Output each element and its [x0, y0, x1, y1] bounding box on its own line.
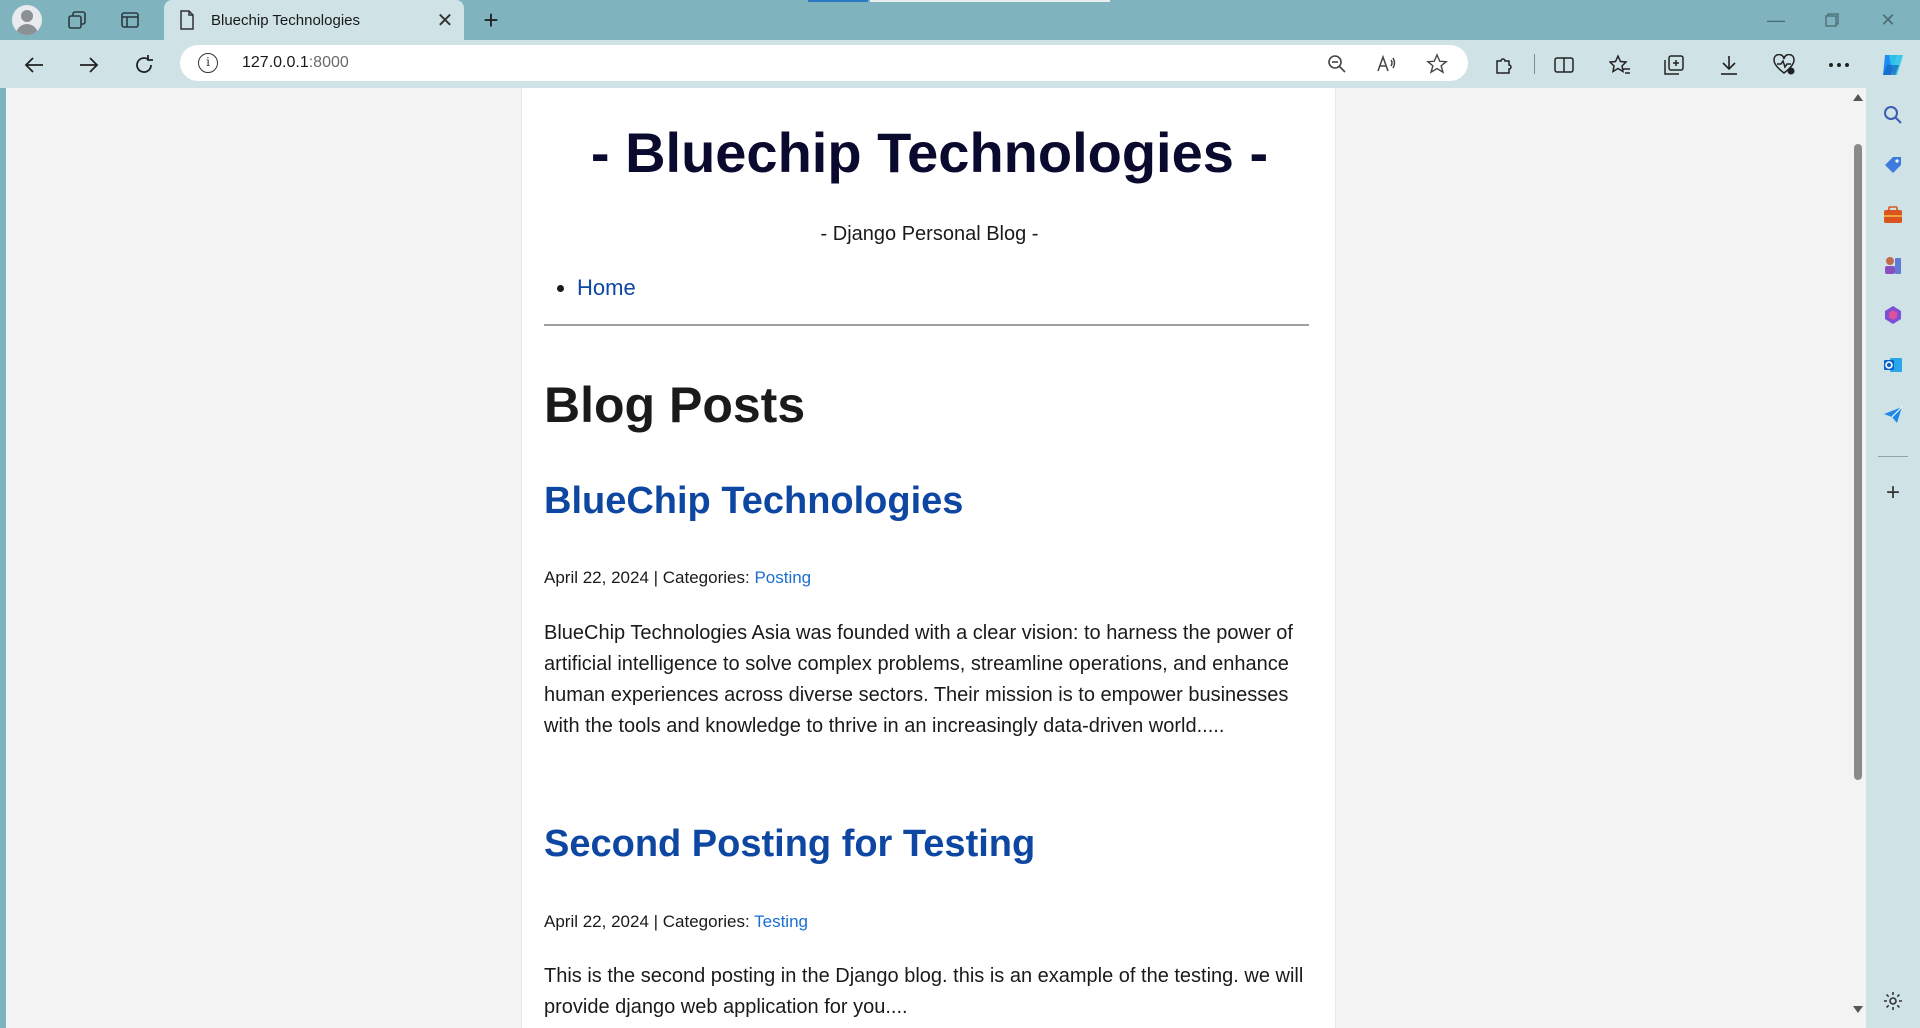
read-aloud-icon[interactable]	[1374, 51, 1400, 77]
close-tab-icon[interactable]: ✕	[430, 5, 460, 35]
home-link[interactable]: Home	[577, 275, 636, 300]
zoom-out-icon[interactable]	[1324, 51, 1350, 77]
page-viewport: - Bluechip Technologies - - Django Perso…	[6, 88, 1866, 1028]
loading-indicator	[808, 0, 868, 2]
post-title-link[interactable]: BlueChip Technologies	[544, 480, 963, 523]
post-title-link[interactable]: Second Posting for Testing	[544, 823, 1035, 866]
browser-essentials-icon[interactable]	[1768, 49, 1800, 81]
games-icon[interactable]	[1878, 250, 1908, 280]
sidebar-separator	[1878, 456, 1908, 457]
url-port: :8000	[308, 54, 349, 71]
blog-container: - Bluechip Technologies - - Django Perso…	[521, 88, 1336, 1028]
sidebar-settings-gear-icon[interactable]	[1878, 986, 1908, 1016]
loading-track	[870, 0, 1110, 2]
split-screen-icon[interactable]	[1548, 49, 1580, 81]
category-link[interactable]: Posting	[754, 568, 811, 587]
more-menu-icon[interactable]	[1823, 49, 1855, 81]
post-excerpt: BlueChip Technologies Asia was founded w…	[544, 622, 1293, 737]
scroll-up-arrow[interactable]	[1853, 94, 1863, 101]
send-telegram-icon[interactable]	[1878, 400, 1908, 430]
search-icon[interactable]	[1878, 100, 1908, 130]
favorite-star-icon[interactable]	[1424, 51, 1450, 77]
site-title: - Bluechip Technologies -	[590, 121, 1269, 184]
tools-briefcase-icon[interactable]	[1878, 200, 1908, 230]
vertical-tabs-icon[interactable]	[115, 5, 145, 35]
url-text[interactable]: 127.0.0.1:8000	[242, 54, 349, 72]
scroll-thumb[interactable]	[1854, 144, 1862, 780]
workspaces-icon[interactable]	[62, 5, 92, 35]
downloads-icon[interactable]	[1713, 49, 1745, 81]
scroll-down-arrow[interactable]	[1853, 1006, 1863, 1013]
post-date-categories: April 22, 2024 | Categories:	[544, 568, 755, 587]
active-tab[interactable]: Bluechip Technologies ✕	[164, 0, 464, 40]
tab-strip: Bluechip Technologies ✕ + — ✕	[0, 0, 1920, 40]
toolbar-separator	[1534, 54, 1535, 74]
edge-sidebar: +	[1866, 88, 1920, 1028]
add-sidebar-app-icon[interactable]: +	[1878, 478, 1908, 508]
site-subtitle: - Django Personal Blog -	[820, 223, 1039, 245]
vertical-scrollbar[interactable]	[1850, 88, 1866, 1028]
post-meta: April 22, 2024 | Categories: Testing	[544, 912, 808, 932]
microsoft-365-icon[interactable]	[1878, 300, 1908, 330]
favorites-icon[interactable]	[1604, 49, 1636, 81]
url-host: 127.0.0.1	[242, 54, 309, 71]
address-bar[interactable]: i 127.0.0.1:8000	[180, 45, 1468, 81]
close-window-button[interactable]: ✕	[1860, 0, 1916, 40]
page-icon	[179, 10, 201, 30]
header-divider	[544, 324, 1309, 326]
post-meta: April 22, 2024 | Categories: Posting	[544, 568, 811, 588]
refresh-button[interactable]	[128, 49, 160, 81]
copilot-icon[interactable]	[1877, 49, 1909, 81]
forward-button[interactable]	[73, 49, 105, 81]
site-info-icon[interactable]: i	[198, 53, 218, 73]
collections-icon[interactable]	[1658, 49, 1690, 81]
new-tab-button[interactable]: +	[476, 5, 506, 35]
site-nav: Home	[577, 275, 636, 301]
profile-avatar[interactable]	[12, 5, 42, 35]
minimize-button[interactable]: —	[1748, 0, 1804, 40]
back-button[interactable]	[18, 49, 50, 81]
post-date-categories: April 22, 2024 | Categories:	[544, 912, 755, 931]
posts-heading: Blog Posts	[544, 377, 806, 433]
browser-toolbar: i 127.0.0.1:8000	[0, 40, 1920, 88]
tab-title: Bluechip Technologies	[211, 11, 360, 29]
shopping-tag-icon[interactable]	[1878, 150, 1908, 180]
extensions-icon[interactable]	[1488, 49, 1520, 81]
restore-button[interactable]	[1804, 0, 1860, 40]
outlook-icon[interactable]	[1878, 350, 1908, 380]
nav-item-home: Home	[577, 275, 636, 301]
category-link[interactable]: Testing	[754, 912, 808, 931]
post-excerpt: This is the second posting in the Django…	[544, 965, 1304, 1018]
